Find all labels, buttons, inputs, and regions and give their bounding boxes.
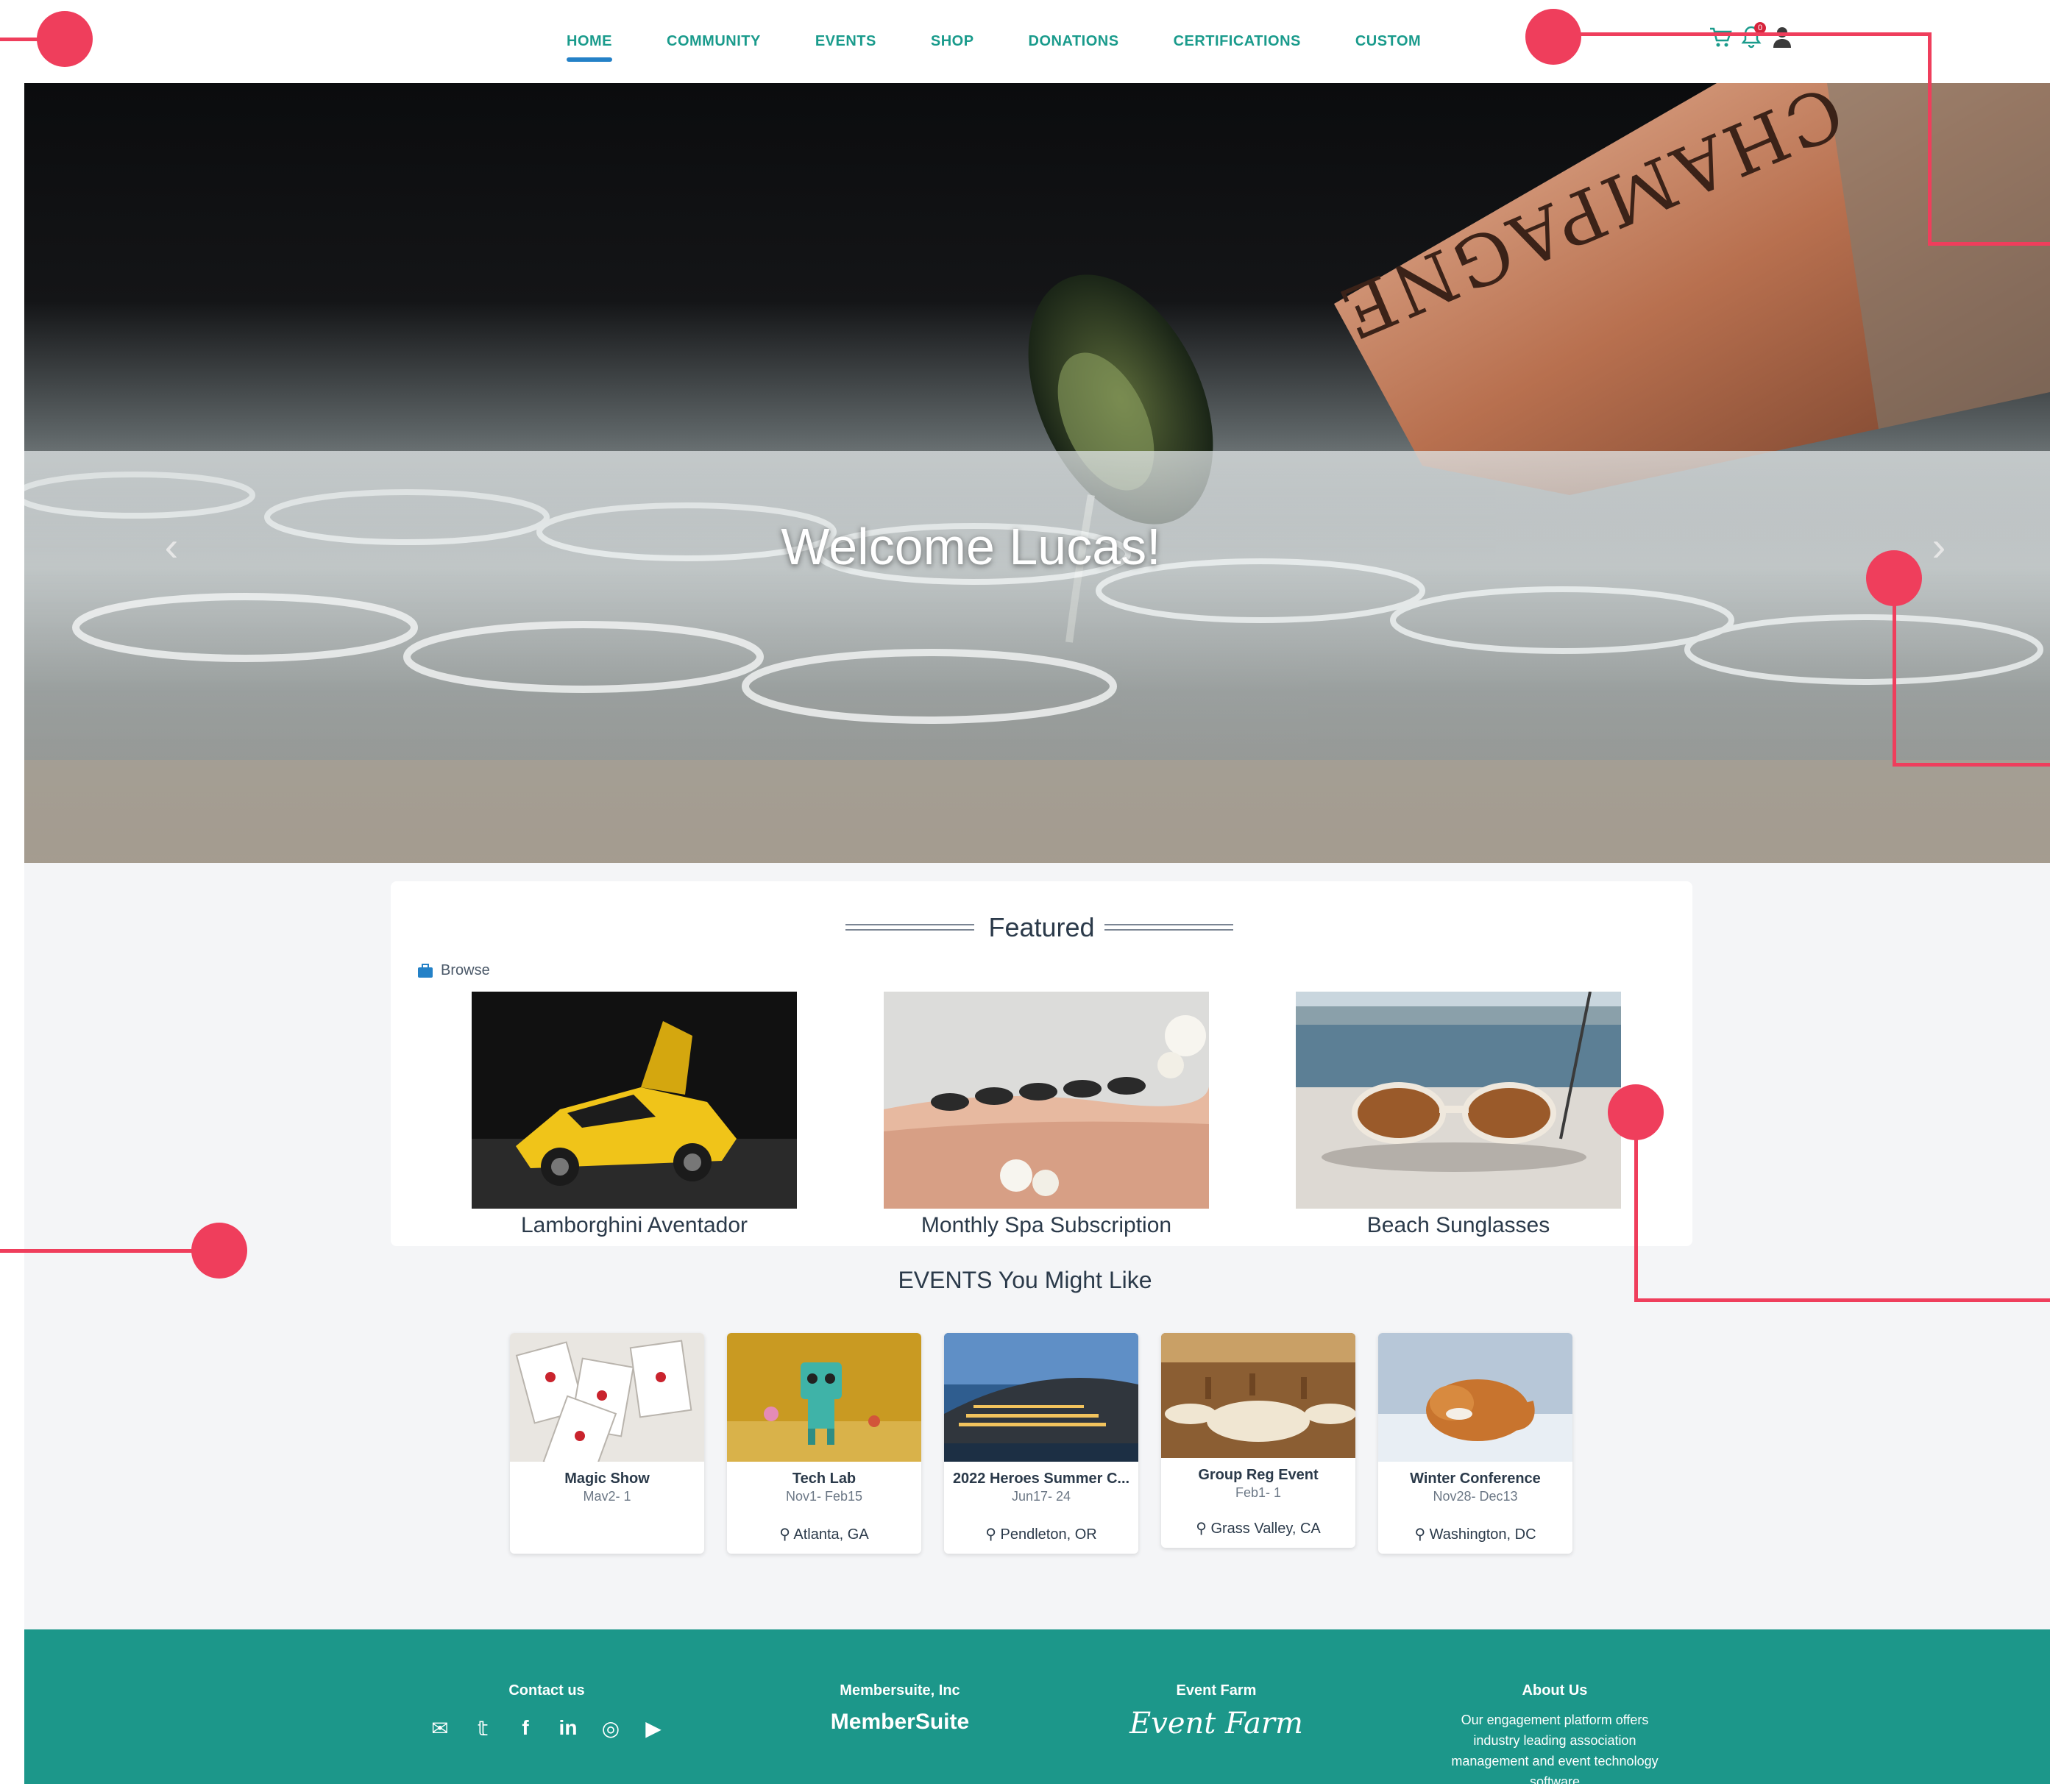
nav-donations[interactable]: DONATIONS	[1029, 33, 1119, 50]
footer-membersuite-heading: Membersuite, Inc	[840, 1682, 960, 1699]
nav-icon-group: 0	[1707, 22, 1795, 51]
footer-eventfarm: Event Farm Event Farm	[1084, 1682, 1349, 1741]
welcome-heading: Welcome Lucas!	[781, 518, 1161, 575]
event-name: Group Reg Event	[1198, 1467, 1319, 1483]
browse-label: Browse	[441, 962, 490, 978]
events-section-title: EVENTS You Might Like	[898, 1267, 1152, 1293]
footer-contact: Contact us ✉ 𝕥 f in ◎ ▶	[422, 1682, 672, 1741]
event-location: ⚲ Grass Valley, CA	[1161, 1519, 1355, 1537]
event-location-text: Washington, DC	[1429, 1526, 1536, 1543]
mail-icon[interactable]: ✉	[428, 1715, 453, 1741]
nav-home[interactable]: HOME	[567, 33, 612, 62]
map-pin-icon: ⚲	[985, 1526, 996, 1543]
event-name: Winter Conference	[1410, 1471, 1541, 1487]
social-links: ✉ 𝕥 f in ◎ ▶	[422, 1715, 672, 1741]
featured-item[interactable]: Lamborghini Aventador	[472, 992, 797, 1238]
event-date: Nov1- Feb15	[785, 1489, 863, 1501]
event-card[interactable]: Group Reg Event Feb1- 1 ⚲ Grass Valley, …	[1161, 1333, 1355, 1548]
browse-link[interactable]: Browse	[417, 962, 490, 979]
eventfarm-logo[interactable]: Event Farm	[1084, 1707, 1349, 1741]
bell-icon[interactable]: 0	[1738, 22, 1766, 51]
annotation-line	[1634, 1298, 2050, 1302]
annotation-line	[1928, 242, 2050, 246]
event-image	[727, 1333, 921, 1462]
event-card[interactable]: Magic Show May2- 1	[510, 1333, 704, 1554]
carousel-next-button[interactable]: ›	[1924, 525, 1954, 569]
cart-icon[interactable]	[1707, 22, 1734, 51]
event-card[interactable]: 2022 Heroes Summer C... Jun17- 24 ⚲ Pend…	[944, 1333, 1138, 1554]
event-location-text: Atlanta, GA	[793, 1526, 869, 1543]
footer-about-heading: About Us	[1522, 1682, 1588, 1699]
footer-about: About Us Our engagement platform offers …	[1415, 1682, 1695, 1792]
footer-membersuite: Membersuite, Inc MemberSuite	[767, 1682, 1032, 1735]
top-navigation: HOME COMMUNITY EVENTS SHOP DONATIONS CER…	[0, 0, 2050, 82]
nav-community[interactable]: COMMUNITY	[667, 33, 761, 50]
event-image	[1161, 1333, 1355, 1458]
carousel-prev-button[interactable]: ‹	[157, 525, 186, 569]
annotation-line	[1893, 578, 1896, 767]
event-date: Nov28- Dec13	[1433, 1489, 1518, 1501]
event-name: Tech Lab	[792, 1471, 856, 1487]
featured-section: Featured Browse Lamborghini Aventador Mo…	[391, 881, 1692, 1246]
site-footer: Contact us ✉ 𝕥 f in ◎ ▶ Membersuite, Inc…	[24, 1629, 2050, 1789]
featured-item-image	[472, 992, 797, 1209]
annotation-line	[1928, 32, 1932, 246]
event-card[interactable]: Tech Lab Nov1- Feb15 ⚲ Atlanta, GA	[727, 1333, 921, 1554]
annotation-dot	[37, 11, 93, 67]
event-location-text: Grass Valley, CA	[1210, 1521, 1321, 1537]
annotation-dot	[1525, 9, 1581, 65]
event-name: 2022 Heroes Summer C...	[952, 1471, 1130, 1487]
event-image	[1378, 1333, 1572, 1462]
event-location: ⚲ Atlanta, GA	[727, 1525, 921, 1543]
event-date: Feb1- 1	[1235, 1485, 1282, 1497]
annotation-line	[1893, 763, 2050, 767]
featured-title: Featured	[988, 912, 1095, 942]
featured-item[interactable]: Monthly Spa Subscription	[884, 992, 1209, 1238]
featured-item-image	[1296, 992, 1621, 1209]
event-image	[944, 1333, 1138, 1462]
featured-item-label: Lamborghini Aventador	[521, 1213, 748, 1237]
featured-item[interactable]: Beach Sunglasses	[1296, 992, 1621, 1238]
hero-banner: CHAMPAGNE Welcome Lucas! ‹ ›	[24, 83, 2050, 863]
footer-about-text: Our engagement platform offers industry …	[1451, 1713, 1659, 1789]
footer-contact-heading: Contact us	[508, 1682, 585, 1699]
event-location: ⚲ Washington, DC	[1378, 1525, 1572, 1543]
footer-eventfarm-heading: Event Farm	[1176, 1682, 1257, 1699]
membersuite-logo[interactable]: MemberSuite	[767, 1710, 1032, 1735]
youtube-icon[interactable]: ▶	[641, 1715, 666, 1741]
twitter-icon[interactable]: 𝕥	[470, 1715, 495, 1741]
map-pin-icon: ⚲	[1196, 1521, 1207, 1537]
map-pin-icon: ⚲	[1414, 1526, 1426, 1543]
event-card[interactable]: Winter Conference Nov28- Dec13 ⚲ Washing…	[1378, 1333, 1572, 1554]
annotation-line	[1634, 1112, 1638, 1302]
annotation-line	[1553, 32, 1932, 36]
event-image	[510, 1333, 704, 1462]
linkedin-icon[interactable]: in	[556, 1715, 581, 1741]
featured-item-image	[884, 992, 1209, 1209]
nav-custom[interactable]: CUSTOM	[1355, 33, 1421, 50]
facebook-icon[interactable]: f	[513, 1715, 538, 1741]
nav-shop[interactable]: SHOP	[931, 33, 974, 50]
featured-item-label: Monthly Spa Subscription	[921, 1213, 1172, 1237]
user-avatar-icon[interactable]	[1769, 22, 1795, 51]
nav-events[interactable]: EVENTS	[815, 33, 876, 50]
event-location: ⚲ Pendleton, OR	[944, 1525, 1138, 1543]
event-date: Jun17- 24	[1011, 1489, 1071, 1501]
map-pin-icon: ⚲	[779, 1526, 790, 1543]
event-date: May2- 1	[583, 1489, 631, 1501]
event-name: Magic Show	[564, 1471, 650, 1487]
nav-certifications[interactable]: CERTIFICATIONS	[1174, 33, 1301, 50]
nav-items: HOME COMMUNITY EVENTS SHOP DONATIONS CER…	[567, 0, 1421, 82]
annotation-dot	[191, 1223, 247, 1279]
briefcase-icon	[418, 963, 433, 978]
featured-item-label: Beach Sunglasses	[1366, 1213, 1550, 1237]
instagram-icon[interactable]: ◎	[598, 1715, 623, 1741]
hero-background-image	[24, 83, 2050, 863]
annotation-line	[0, 1249, 199, 1253]
event-location-text: Pendleton, OR	[1000, 1526, 1097, 1543]
